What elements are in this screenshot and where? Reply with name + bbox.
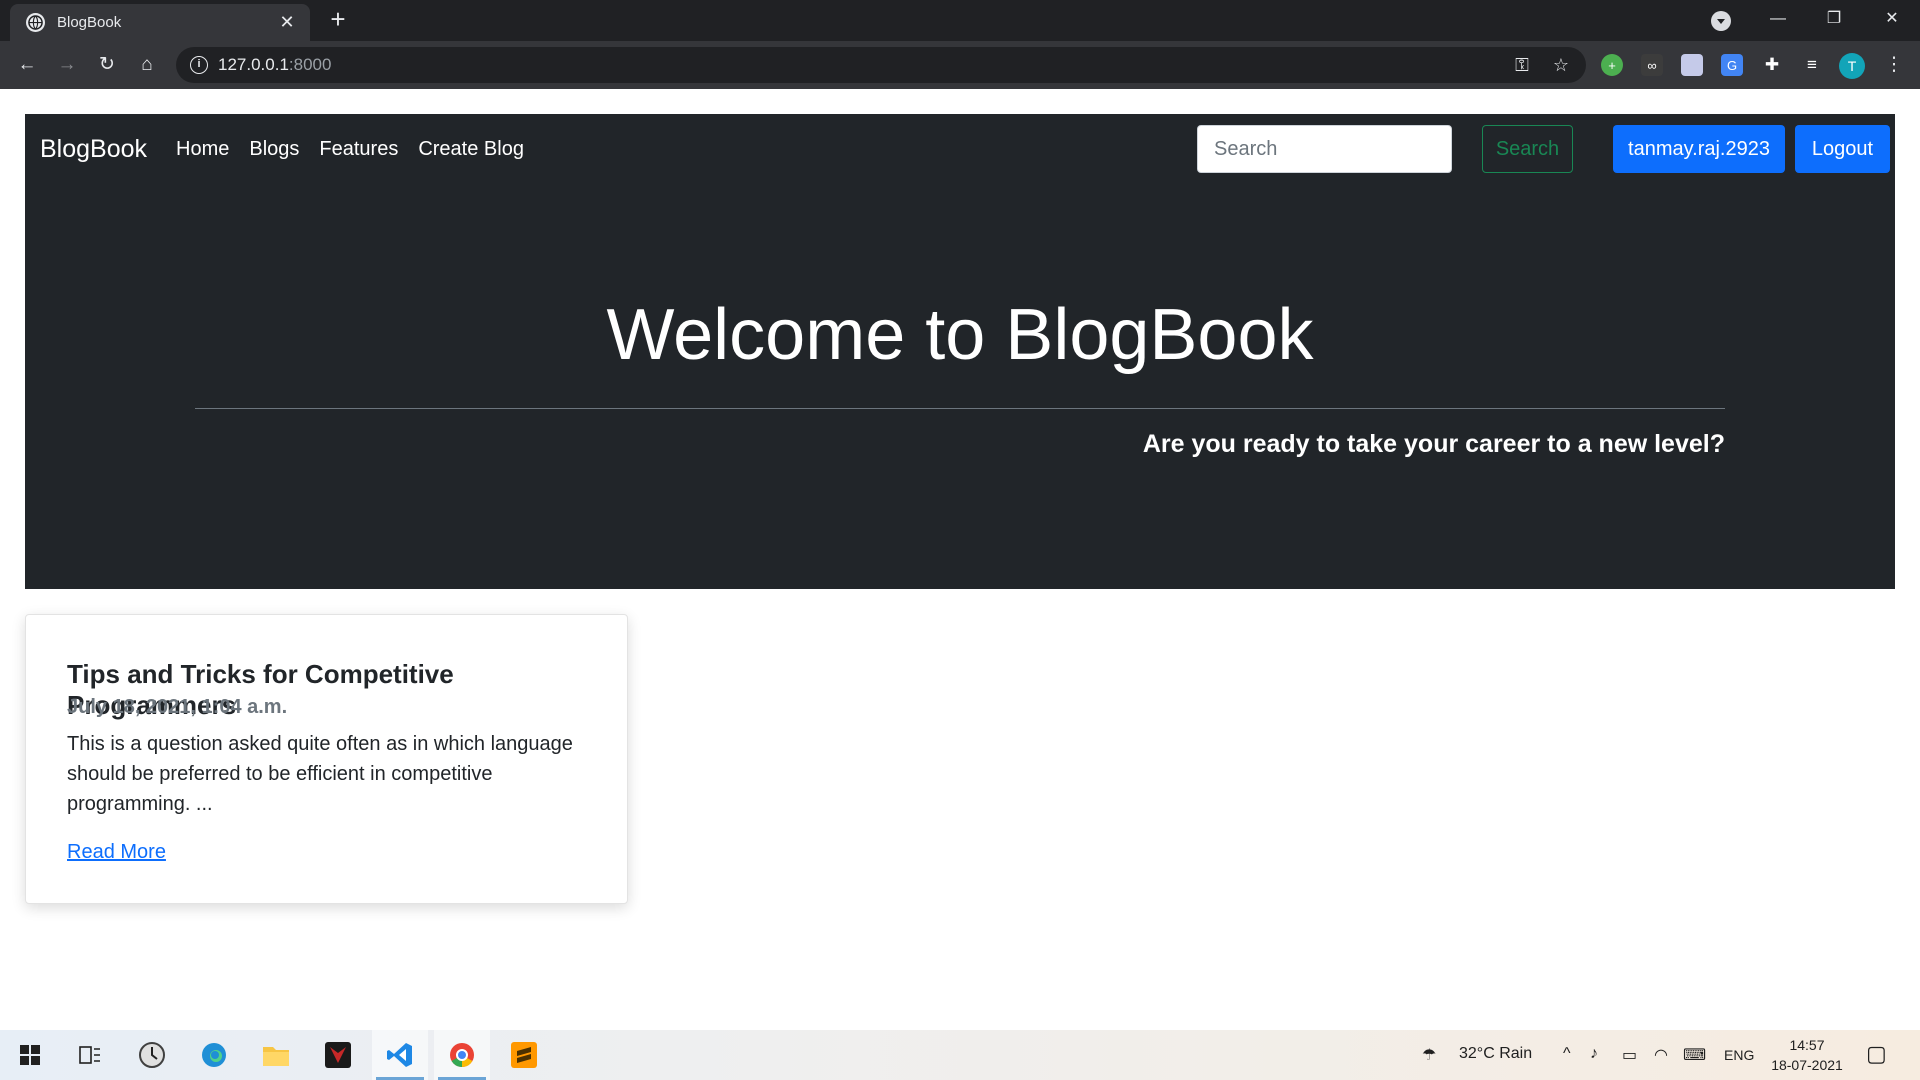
chrome-icon[interactable] bbox=[434, 1030, 490, 1080]
close-window-button[interactable]: ✕ bbox=[1864, 0, 1920, 38]
sublime-text-icon[interactable] bbox=[496, 1030, 552, 1080]
hero-section: BlogBook Home Blogs Features Create Blog… bbox=[25, 114, 1895, 589]
back-arrow-icon[interactable]: ← bbox=[13, 51, 41, 79]
menu-kebab-icon[interactable]: ⋮ bbox=[1880, 51, 1908, 79]
site-navbar: BlogBook Home Blogs Features Create Blog… bbox=[25, 114, 1895, 186]
hero-title: Welcome to BlogBook bbox=[606, 295, 1314, 375]
globe-icon bbox=[26, 13, 45, 32]
tab-title: BlogBook bbox=[57, 14, 122, 31]
profile-avatar[interactable]: T bbox=[1839, 53, 1865, 79]
tab-close-icon[interactable]: ✕ bbox=[276, 12, 298, 33]
new-tab-button[interactable]: + bbox=[324, 5, 352, 33]
browser-tab-strip: BlogBook ✕ + — ❐ ✕ bbox=[0, 0, 1920, 41]
search-input[interactable] bbox=[1197, 125, 1452, 173]
key-icon[interactable]: ⚿ bbox=[1509, 52, 1535, 78]
nav-link-blogs[interactable]: Blogs bbox=[249, 138, 299, 161]
hero-divider bbox=[195, 408, 1725, 409]
clock-time: 14:57 bbox=[1789, 1037, 1825, 1053]
hero-lead: Are you ready to take your career to a n… bbox=[1142, 430, 1725, 458]
tray-overflow-arrow-icon[interactable]: ^ bbox=[1563, 1045, 1571, 1063]
speaker-icon[interactable]: ♪ bbox=[1590, 1045, 1598, 1063]
search-button[interactable]: Search bbox=[1482, 125, 1573, 173]
extension-note-icon[interactable] bbox=[1681, 54, 1703, 76]
clock-app-icon[interactable] bbox=[124, 1030, 180, 1080]
site-info-icon[interactable]: i bbox=[190, 56, 208, 74]
weather-text[interactable]: 32°C Rain bbox=[1459, 1045, 1532, 1063]
tab-search-icon[interactable] bbox=[1711, 11, 1731, 31]
maximize-button[interactable]: ❐ bbox=[1806, 0, 1862, 38]
nav-link-create-blog[interactable]: Create Blog bbox=[418, 138, 524, 161]
nav-links: Home Blogs Features Create Blog bbox=[176, 138, 524, 161]
home-icon[interactable]: ⌂ bbox=[133, 51, 161, 79]
page-viewport: BlogBook Home Blogs Features Create Blog… bbox=[0, 89, 1920, 1030]
minimize-button[interactable]: — bbox=[1750, 0, 1806, 38]
media-queue-icon[interactable]: ≡ bbox=[1801, 54, 1823, 76]
clock-date: 18-07-2021 bbox=[1771, 1057, 1843, 1073]
url-port: :8000 bbox=[288, 55, 332, 74]
task-view-icon[interactable] bbox=[62, 1030, 118, 1080]
windows-start-icon[interactable] bbox=[2, 1030, 58, 1080]
url-host: 127.0.0.1 bbox=[218, 55, 289, 74]
nav-link-home[interactable]: Home bbox=[176, 138, 229, 161]
nav-link-features[interactable]: Features bbox=[319, 138, 398, 161]
taskbar-clock[interactable]: 14:57 18-07-2021 bbox=[1762, 1035, 1852, 1075]
bookmark-star-icon[interactable]: ☆ bbox=[1548, 52, 1574, 78]
translate-icon[interactable]: G bbox=[1721, 54, 1743, 76]
puzzle-icon[interactable]: ✚ bbox=[1761, 54, 1783, 76]
wifi-icon[interactable]: ◠ bbox=[1654, 1045, 1668, 1065]
battery-icon[interactable]: ▭ bbox=[1622, 1045, 1637, 1065]
brand-logo[interactable]: BlogBook bbox=[40, 135, 147, 164]
keyboard-icon[interactable]: ⌨ bbox=[1683, 1045, 1706, 1065]
forward-arrow-icon[interactable]: → bbox=[53, 51, 81, 79]
file-explorer-icon[interactable] bbox=[248, 1030, 304, 1080]
blog-card-date: July 18, 2021, 1:04 a.m. bbox=[67, 696, 288, 718]
extension-glasses-icon[interactable]: ∞ bbox=[1641, 54, 1663, 76]
browser-toolbar: ← → ↻ ⌂ i 127.0.0.1:8000 ⚿ ☆ + ∞ G ✚ ≡ T… bbox=[0, 41, 1920, 89]
url-text[interactable]: 127.0.0.1:8000 bbox=[218, 55, 331, 75]
vscode-icon[interactable] bbox=[372, 1030, 428, 1080]
notification-center-icon[interactable]: ▢ bbox=[1866, 1041, 1887, 1067]
read-more-link[interactable]: Read More bbox=[67, 841, 166, 864]
edge-browser-icon[interactable] bbox=[186, 1030, 242, 1080]
language-indicator[interactable]: ENG bbox=[1724, 1047, 1754, 1063]
gaming-app-icon[interactable] bbox=[310, 1030, 366, 1080]
reload-icon[interactable]: ↻ bbox=[93, 51, 121, 79]
logout-button[interactable]: Logout bbox=[1795, 125, 1890, 173]
windows-taskbar: ☂ 32°C Rain ^ ♪ ▭ ◠ ⌨ ENG 14:57 18-07-20… bbox=[0, 1030, 1920, 1080]
weather-rain-icon[interactable]: ☂ bbox=[1422, 1045, 1436, 1065]
user-profile-button[interactable]: tanmay.raj.2923 bbox=[1613, 125, 1785, 173]
extension-plus-icon[interactable]: + bbox=[1601, 54, 1623, 76]
blog-card: Tips and Tricks for Competitive Programm… bbox=[25, 614, 628, 904]
address-bar[interactable]: i 127.0.0.1:8000 ⚿ ☆ bbox=[176, 47, 1586, 83]
browser-tab[interactable]: BlogBook ✕ bbox=[10, 4, 310, 41]
blog-card-excerpt: This is a question asked quite often as … bbox=[67, 733, 573, 815]
